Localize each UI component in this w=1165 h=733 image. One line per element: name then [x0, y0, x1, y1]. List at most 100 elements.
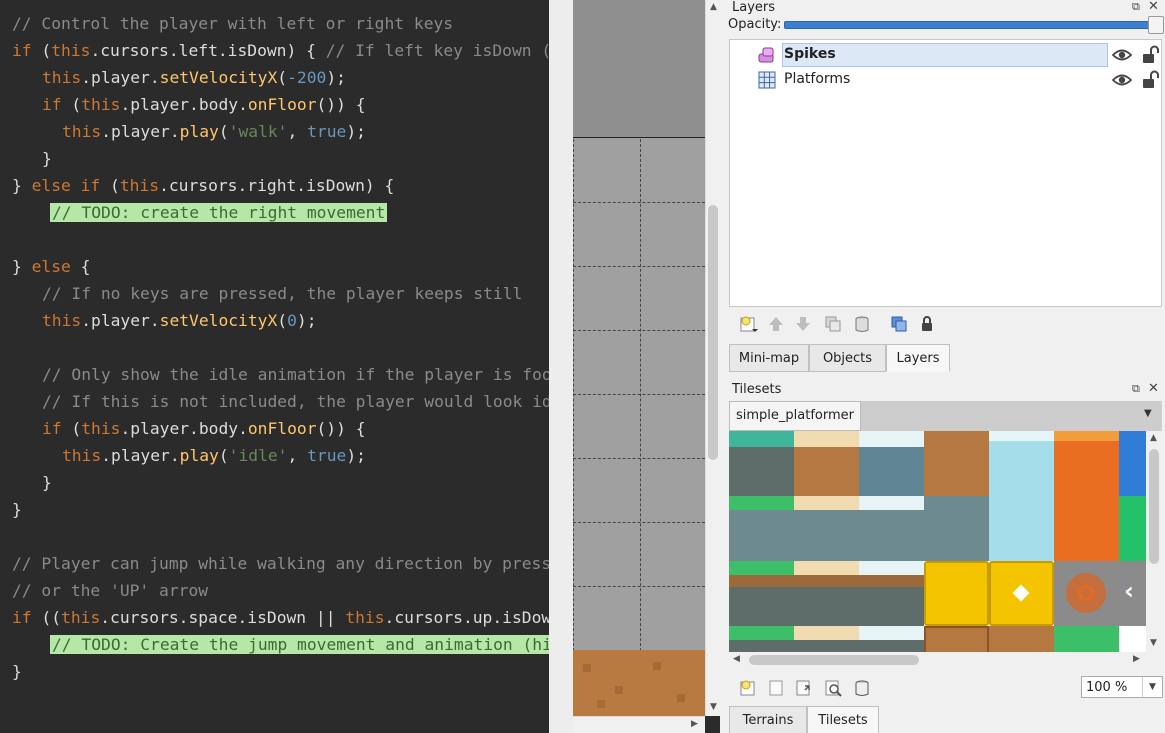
- tile[interactable]: [989, 626, 1054, 652]
- close-icon[interactable]: ✕: [1148, 381, 1159, 396]
- chevron-down-icon[interactable]: ▼: [1144, 408, 1152, 419]
- code-line[interactable]: // Only show the idle animation if the p…: [42, 361, 549, 388]
- tileset-vertical-scrollbar[interactable]: ▲ ▼: [1146, 431, 1162, 652]
- tileset-tab-simple-platformer[interactable]: simple_platformer: [729, 401, 861, 431]
- tile[interactable]: [1119, 496, 1146, 561]
- tileset-horizontal-scrollbar[interactable]: ◀ ▶: [729, 652, 1146, 668]
- code-line[interactable]: if (this.cursors.left.isDown) { // If le…: [12, 37, 549, 64]
- code-line[interactable]: }: [42, 469, 52, 496]
- tile[interactable]: [859, 626, 924, 652]
- code-line[interactable]: this.player.play('idle', true);: [62, 442, 366, 469]
- scroll-thumb[interactable]: [1149, 449, 1159, 564]
- tile[interactable]: [794, 561, 859, 626]
- tile[interactable]: [1054, 431, 1119, 496]
- scroll-up-icon[interactable]: ▲: [1146, 431, 1161, 446]
- layer-row-platforms[interactable]: Platforms: [730, 67, 1161, 93]
- tile[interactable]: [924, 496, 989, 561]
- tab-layers[interactable]: Layers: [886, 344, 950, 372]
- code-line[interactable]: // If this is not included, the player w…: [42, 388, 549, 415]
- close-icon[interactable]: ✕: [1148, 0, 1159, 14]
- code-line[interactable]: // Player can jump while walking any dir…: [12, 550, 549, 577]
- unlock-icon[interactable]: [1142, 45, 1160, 65]
- map-canvas[interactable]: [573, 0, 705, 716]
- scroll-left-icon[interactable]: ◀: [729, 652, 744, 667]
- lock-icon[interactable]: [917, 314, 937, 334]
- code-line[interactable]: }: [12, 496, 22, 523]
- tab-mini-map[interactable]: Mini-map: [729, 344, 809, 372]
- remove-tileset-icon[interactable]: [852, 678, 872, 698]
- edit-tileset-icon[interactable]: [823, 678, 843, 698]
- code-line[interactable]: if ((this.cursors.space.isDown || this.c…: [12, 604, 549, 631]
- tile[interactable]: [1119, 431, 1146, 496]
- tab-terrains[interactable]: Terrains: [729, 706, 807, 733]
- tile[interactable]: [859, 431, 924, 496]
- raise-layer-icon[interactable]: [766, 314, 786, 334]
- code-line[interactable]: }: [12, 658, 22, 685]
- scroll-thumb[interactable]: [749, 655, 919, 665]
- tile[interactable]: [729, 431, 794, 496]
- code-line[interactable]: }: [42, 145, 52, 172]
- layer-row-spikes[interactable]: Spikes: [730, 42, 1161, 68]
- code-editor[interactable]: // Control the player with left or right…: [0, 0, 549, 733]
- tile[interactable]: [729, 561, 794, 626]
- tile[interactable]: [1054, 496, 1119, 561]
- delete-layer-icon[interactable]: [852, 314, 872, 334]
- scroll-up-icon[interactable]: ▲: [706, 0, 721, 15]
- code-line[interactable]: // TODO: create the right movement: [50, 199, 388, 226]
- new-layer-icon[interactable]: [739, 314, 759, 334]
- embed-tileset-icon[interactable]: [766, 678, 786, 698]
- scroll-thumb[interactable]: [708, 205, 718, 460]
- tileset-view[interactable]: ‹: [729, 431, 1146, 652]
- unlock-icon[interactable]: [1142, 70, 1160, 90]
- tile[interactable]: ‹: [1119, 561, 1146, 626]
- tab-objects[interactable]: Objects: [809, 344, 886, 372]
- code-line[interactable]: this.player.setVelocityX(-200);: [42, 64, 346, 91]
- tile[interactable]: [729, 496, 794, 561]
- code-line[interactable]: if (this.player.body.onFloor()) {: [42, 91, 366, 118]
- float-icon[interactable]: ⧉: [1132, 0, 1140, 14]
- code-line[interactable]: } else {: [12, 253, 90, 280]
- code-line[interactable]: // Control the player with left or right…: [12, 10, 453, 37]
- tile[interactable]: [1054, 626, 1119, 652]
- tile[interactable]: [859, 496, 924, 561]
- tile[interactable]: [1054, 561, 1119, 626]
- chevron-down-icon[interactable]: ▼: [1142, 677, 1162, 697]
- code-line[interactable]: } else if (this.cursors.right.isDown) {: [12, 172, 394, 199]
- tile[interactable]: [924, 561, 989, 626]
- code-line[interactable]: // TODO: Create the jump movement and an…: [50, 631, 549, 658]
- lower-layer-icon[interactable]: [793, 314, 813, 334]
- visibility-eye-icon[interactable]: [1112, 72, 1132, 88]
- tile[interactable]: [924, 626, 989, 652]
- tile[interactable]: [924, 431, 989, 496]
- tile[interactable]: [989, 431, 1054, 496]
- export-tileset-icon[interactable]: [794, 678, 814, 698]
- tile[interactable]: [794, 496, 859, 561]
- visibility-eye-icon[interactable]: [1112, 47, 1132, 63]
- tile[interactable]: [989, 496, 1054, 561]
- map-vertical-scrollbar[interactable]: ▲ ▼: [705, 0, 720, 716]
- duplicate-layer-icon[interactable]: [823, 314, 843, 334]
- opacity-slider-handle[interactable]: [1148, 16, 1164, 34]
- float-icon[interactable]: ⧉: [1132, 382, 1140, 396]
- tile[interactable]: [794, 626, 859, 652]
- layer-properties-icon[interactable]: [889, 314, 909, 334]
- map-horizontal-scrollbar[interactable]: ▶: [573, 716, 705, 733]
- code-line[interactable]: this.player.setVelocityX(0);: [42, 307, 317, 334]
- layer-list[interactable]: Spikes Platforms: [729, 39, 1162, 307]
- scroll-right-icon[interactable]: ▶: [687, 717, 702, 732]
- code-line[interactable]: // or the 'UP' arrow: [12, 577, 208, 604]
- new-tileset-icon[interactable]: [739, 678, 759, 698]
- scroll-down-icon[interactable]: ▼: [706, 700, 721, 715]
- code-line[interactable]: this.player.play('walk', true);: [62, 118, 366, 145]
- tile[interactable]: [794, 431, 859, 496]
- scroll-down-icon[interactable]: ▼: [1146, 636, 1161, 651]
- code-line[interactable]: if (this.player.body.onFloor()) {: [42, 415, 366, 442]
- opacity-slider[interactable]: [784, 21, 1156, 29]
- code-line[interactable]: // If no keys are pressed, the player ke…: [42, 280, 522, 307]
- tile[interactable]: [729, 626, 794, 652]
- scroll-right-icon[interactable]: ▶: [1129, 652, 1144, 667]
- tab-tilesets[interactable]: Tilesets: [807, 706, 879, 733]
- tile[interactable]: [859, 561, 924, 626]
- tile[interactable]: [989, 561, 1054, 626]
- zoom-select[interactable]: 100 % ▼: [1081, 676, 1163, 698]
